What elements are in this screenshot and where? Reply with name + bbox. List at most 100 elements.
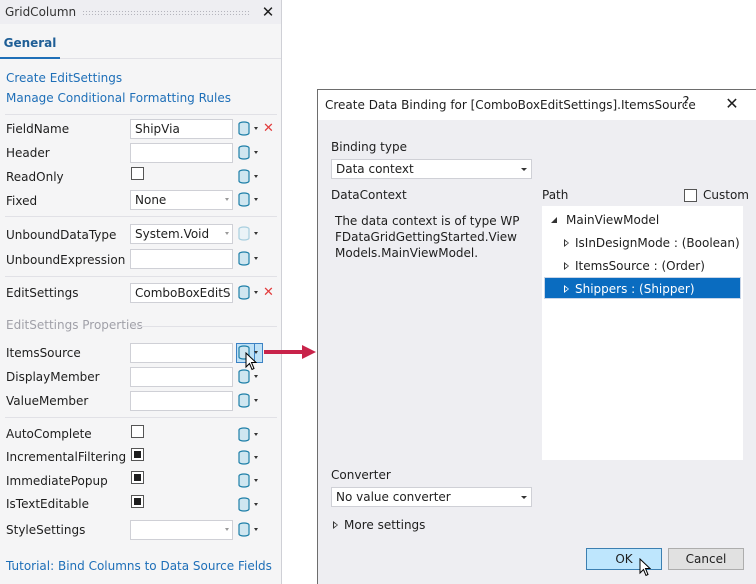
incremental-filtering-binding-button[interactable] <box>236 449 262 467</box>
mouse-cursor-icon <box>245 352 257 371</box>
style-settings-binding-button[interactable] <box>236 521 262 539</box>
database-icon <box>238 473 250 488</box>
chevron-down-icon <box>254 291 258 294</box>
unbound-data-type-select[interactable]: System.Void <box>130 224 233 244</box>
header-binding-button[interactable] <box>236 144 262 162</box>
collapsed-triangle-icon[interactable] <box>564 285 569 293</box>
is-text-editable-binding-button[interactable] <box>236 496 262 514</box>
chevron-down-icon <box>225 291 229 294</box>
read-only-checkbox[interactable] <box>131 167 144 180</box>
create-data-binding-dialog: Create Data Binding for [ComboBoxEditSet… <box>317 89 756 584</box>
is-text-editable-label: IsTextEditable <box>6 497 89 511</box>
read-only-label: ReadOnly <box>6 170 64 184</box>
edit-settings-value: ComboBoxEditS <box>135 286 231 300</box>
immediate-popup-binding-button[interactable] <box>236 472 262 490</box>
manage-formatting-rules-link[interactable]: Manage Conditional Formatting Rules <box>6 91 231 105</box>
chevron-down-icon <box>225 528 229 531</box>
value-member-input[interactable] <box>130 391 233 411</box>
auto-complete-checkbox[interactable] <box>131 425 144 438</box>
edit-settings-select[interactable]: ComboBoxEditS <box>130 283 233 303</box>
panel-gripper[interactable] <box>82 9 250 15</box>
chevron-down-icon <box>254 399 258 402</box>
data-context-label: DataContext <box>331 188 407 202</box>
is-text-editable-checkbox[interactable] <box>131 495 144 508</box>
incremental-filtering-checkbox[interactable] <box>131 448 144 461</box>
chevron-down-icon <box>254 375 258 378</box>
database-icon <box>238 450 250 465</box>
panel-close-icon[interactable]: ✕ <box>258 3 278 21</box>
auto-complete-label: AutoComplete <box>6 427 92 441</box>
unbound-expression-input[interactable] <box>130 249 233 269</box>
unbound-data-type-binding-button[interactable] <box>236 225 262 243</box>
more-settings-expander-icon[interactable] <box>333 521 338 529</box>
style-settings-select[interactable] <box>130 520 233 540</box>
tree-node-shippers[interactable]: Shippers : (Shipper) <box>544 277 741 299</box>
tree-node-items-source[interactable]: ItemsSource : (Order) <box>544 255 741 277</box>
tutorial-link[interactable]: Tutorial: Bind Columns to Data Source Fi… <box>6 559 272 573</box>
chevron-down-icon <box>521 168 527 171</box>
database-icon <box>238 393 250 408</box>
display-member-input[interactable] <box>130 367 233 387</box>
data-context-description: The data context is of type WPFDataGridG… <box>335 214 520 260</box>
unbound-expression-label: UnboundExpression <box>6 253 126 267</box>
collapsed-triangle-icon[interactable] <box>564 239 569 247</box>
fixed-select[interactable]: None <box>130 190 233 210</box>
chevron-down-icon <box>225 198 229 201</box>
tree-node-is-in-design-mode[interactable]: IsInDesignMode : (Boolean) <box>544 232 741 254</box>
chevron-down-icon <box>254 528 258 531</box>
custom-path-label[interactable]: Custom <box>703 188 749 202</box>
database-icon <box>238 369 250 384</box>
unbound-data-type-value: System.Void <box>135 227 210 241</box>
value-member-binding-button[interactable] <box>236 392 262 410</box>
section-divider <box>131 326 277 327</box>
read-only-binding-button[interactable] <box>236 168 262 186</box>
binding-type-select[interactable]: Data context <box>331 159 532 179</box>
chevron-down-icon <box>254 503 258 506</box>
collapsed-triangle-icon[interactable] <box>564 262 569 270</box>
converter-select[interactable]: No value converter <box>331 487 532 507</box>
edit-settings-binding-button[interactable] <box>236 284 262 302</box>
fixed-binding-button[interactable] <box>236 191 262 209</box>
converter-value: No value converter <box>336 490 451 504</box>
chevron-down-icon <box>254 151 258 154</box>
items-source-input[interactable] <box>130 343 233 363</box>
database-icon <box>238 497 250 512</box>
field-name-binding-button[interactable] <box>236 120 262 138</box>
chevron-down-icon <box>254 198 258 201</box>
edit-settings-label: EditSettings <box>6 286 79 300</box>
binding-type-value: Data context <box>336 162 414 176</box>
immediate-popup-checkbox[interactable] <box>131 471 144 484</box>
header-label: Header <box>6 146 50 160</box>
unbound-expression-binding-button[interactable] <box>236 250 262 268</box>
dialog-titlebar: Create Data Binding for [ComboBoxEditSet… <box>318 90 756 120</box>
edit-settings-section-title: EditSettings Properties <box>6 318 143 332</box>
auto-complete-binding-button[interactable] <box>236 426 262 444</box>
help-icon[interactable]: ? <box>678 95 694 115</box>
header-input[interactable] <box>130 143 233 163</box>
more-settings-toggle[interactable]: More settings <box>344 518 425 532</box>
database-icon <box>238 145 250 160</box>
items-source-label: ItemsSource <box>6 346 81 360</box>
tab-general[interactable]: General <box>0 24 60 59</box>
edit-settings-clear-icon[interactable]: ✕ <box>263 286 274 300</box>
chevron-down-icon <box>254 175 258 178</box>
divider <box>5 216 277 217</box>
chevron-down-icon <box>225 232 229 235</box>
create-edit-settings-link[interactable]: Create EditSettings <box>6 71 122 85</box>
arrow-right-icon <box>264 345 316 359</box>
field-name-input[interactable]: ShipVia <box>130 119 233 139</box>
path-tree[interactable]: MainViewModel IsInDesignMode : (Boolean)… <box>542 206 743 460</box>
chevron-down-icon <box>254 456 258 459</box>
chevron-down-icon <box>254 257 258 260</box>
divider <box>5 276 277 277</box>
dialog-title: Create Data Binding for [ComboBoxEditSet… <box>325 98 696 112</box>
expanded-triangle-icon[interactable] <box>551 217 557 223</box>
custom-path-checkbox[interactable] <box>684 189 697 202</box>
field-name-clear-icon[interactable]: ✕ <box>263 122 274 136</box>
mouse-cursor-icon <box>639 558 651 577</box>
database-icon <box>238 169 250 184</box>
dialog-close-icon[interactable]: ✕ <box>722 94 742 114</box>
cancel-button[interactable]: Cancel <box>668 548 744 570</box>
panel-tabbar: General <box>0 24 281 59</box>
tree-node-main-view-model[interactable]: MainViewModel <box>544 209 741 231</box>
